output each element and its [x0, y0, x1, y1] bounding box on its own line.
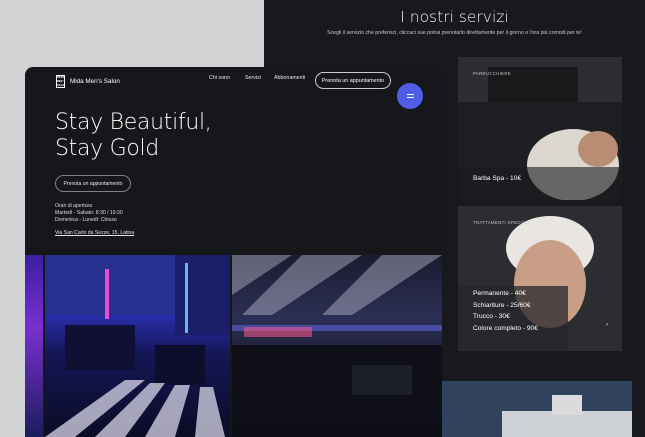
service-price: Permanente - 40€	[473, 290, 526, 297]
brand-logo[interactable]: MIDA MEN'S SALON Mida Men's Salon	[56, 75, 120, 88]
homepage-window: MIDA MEN'S SALON Mida Men's Salon Chi so…	[25, 67, 442, 437]
salon-gallery	[25, 255, 442, 437]
brand-name: Mida Men's Salon	[70, 78, 120, 85]
hero-title: Stay Beautiful, Stay Gold	[55, 110, 212, 162]
gallery-photo	[232, 255, 442, 437]
menu-button[interactable]	[397, 83, 423, 109]
nav-item-servizi[interactable]: Servizi	[245, 75, 261, 81]
service-card-trattamenti[interactable]: TRATTAMENTI SPECIALI Permanente - 40€ Sc…	[458, 206, 622, 351]
nav-item-abbonamenti[interactable]: Abbonamenti	[274, 75, 305, 81]
book-appointment-button[interactable]: Prenota un appuntamento	[315, 72, 391, 89]
address-link[interactable]: Via San Carlo da Sezze, 15, Latina	[55, 230, 134, 236]
hero-line-2: Stay Gold	[55, 136, 159, 161]
hero-line-1: Stay Beautiful,	[55, 110, 212, 135]
card-label: TRATTAMENTI SPECIALI	[473, 220, 530, 225]
building-photo	[442, 381, 632, 437]
logo-mark: MIDA MEN'S SALON	[56, 75, 65, 88]
service-price: Trucco - 30€	[473, 313, 510, 320]
gallery-photo	[45, 255, 230, 437]
service-price: Schiariture - 25/60€	[473, 301, 531, 309]
service-price: Barba Spa - 10€	[473, 175, 522, 182]
opening-hours: Orari di apertura Martedì - Sabato: 8:30…	[55, 203, 123, 224]
hours-title: Orari di apertura	[55, 203, 93, 209]
neon-salon-photo	[45, 255, 230, 437]
nav-item-chi-sono[interactable]: Chi sono	[209, 75, 230, 81]
card-label: PARRUCCHIERE	[473, 71, 511, 76]
reception-photo	[232, 255, 442, 405]
gallery-photo	[25, 255, 43, 437]
hero-book-button[interactable]: Prenota un appuntamento	[55, 175, 131, 192]
service-card-partial[interactable]	[442, 381, 632, 437]
service-card-barba[interactable]: PARRUCCHIERE Barba Spa - 10€	[458, 57, 622, 200]
chevron-right-icon[interactable]: ›	[606, 322, 608, 328]
hours-weekdays: Martedì - Sabato: 8:30 / 19:30	[55, 210, 123, 216]
service-price: Colore completo - 90€	[473, 324, 538, 332]
services-subtitle: Scegli il servizio che preferisci, clicc…	[327, 30, 582, 36]
hours-closed: Domenica - Lunedì: Chiuso	[55, 217, 117, 223]
menu-icon	[406, 94, 414, 95]
services-title: I nostri servizi	[400, 8, 509, 26]
menu-icon-line	[406, 97, 414, 98]
